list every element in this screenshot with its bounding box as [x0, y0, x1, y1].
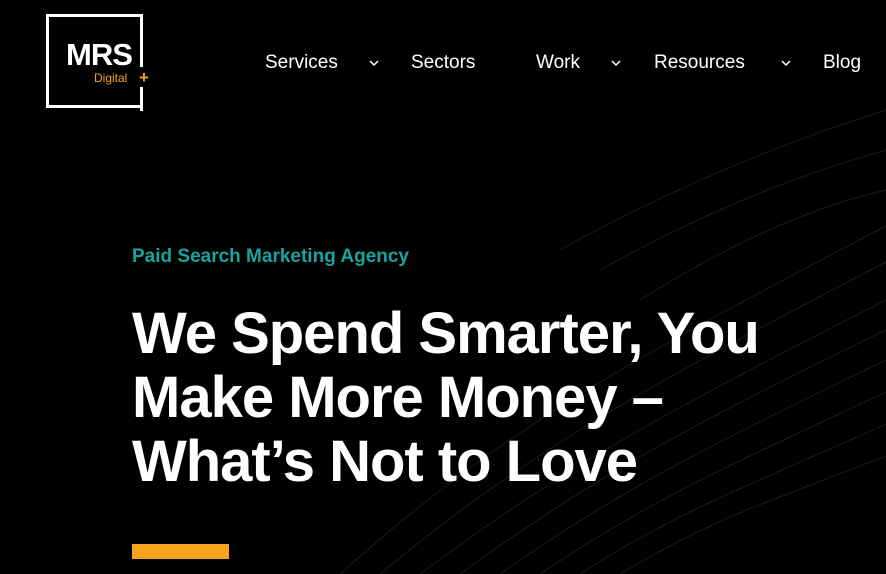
- logo-frame-segment: [140, 87, 143, 111]
- accent-divider: [132, 544, 229, 559]
- nav-item-blog[interactable]: Blog: [823, 49, 861, 77]
- headline-line: What’s Not to Love: [132, 429, 638, 494]
- page: MRS Digital + Services Sectors Work Reso…: [0, 0, 886, 574]
- hero-eyebrow: Paid Search Marketing Agency: [132, 246, 410, 267]
- chevron-down-icon[interactable]: [610, 57, 622, 69]
- chevron-down-icon[interactable]: [780, 57, 792, 69]
- nav-item-resources[interactable]: Resources: [654, 49, 745, 77]
- headline-line: Make More Money –: [132, 365, 664, 430]
- logo-subtitle: Digital: [94, 71, 128, 85]
- logo-plus-icon: +: [139, 68, 149, 87]
- logo-wordmark: MRS: [66, 37, 133, 72]
- nav-item-sectors[interactable]: Sectors: [411, 49, 475, 77]
- hero-headline: We Spend Smarter, You Make More Money – …: [132, 302, 852, 494]
- brand-logo[interactable]: MRS Digital +: [46, 14, 149, 111]
- nav-item-work[interactable]: Work: [536, 49, 580, 77]
- headline-line: We Spend Smarter, You: [132, 301, 760, 366]
- logo-frame-segment: [140, 14, 143, 67]
- nav-item-services[interactable]: Services: [265, 49, 338, 77]
- chevron-down-icon[interactable]: [368, 57, 380, 69]
